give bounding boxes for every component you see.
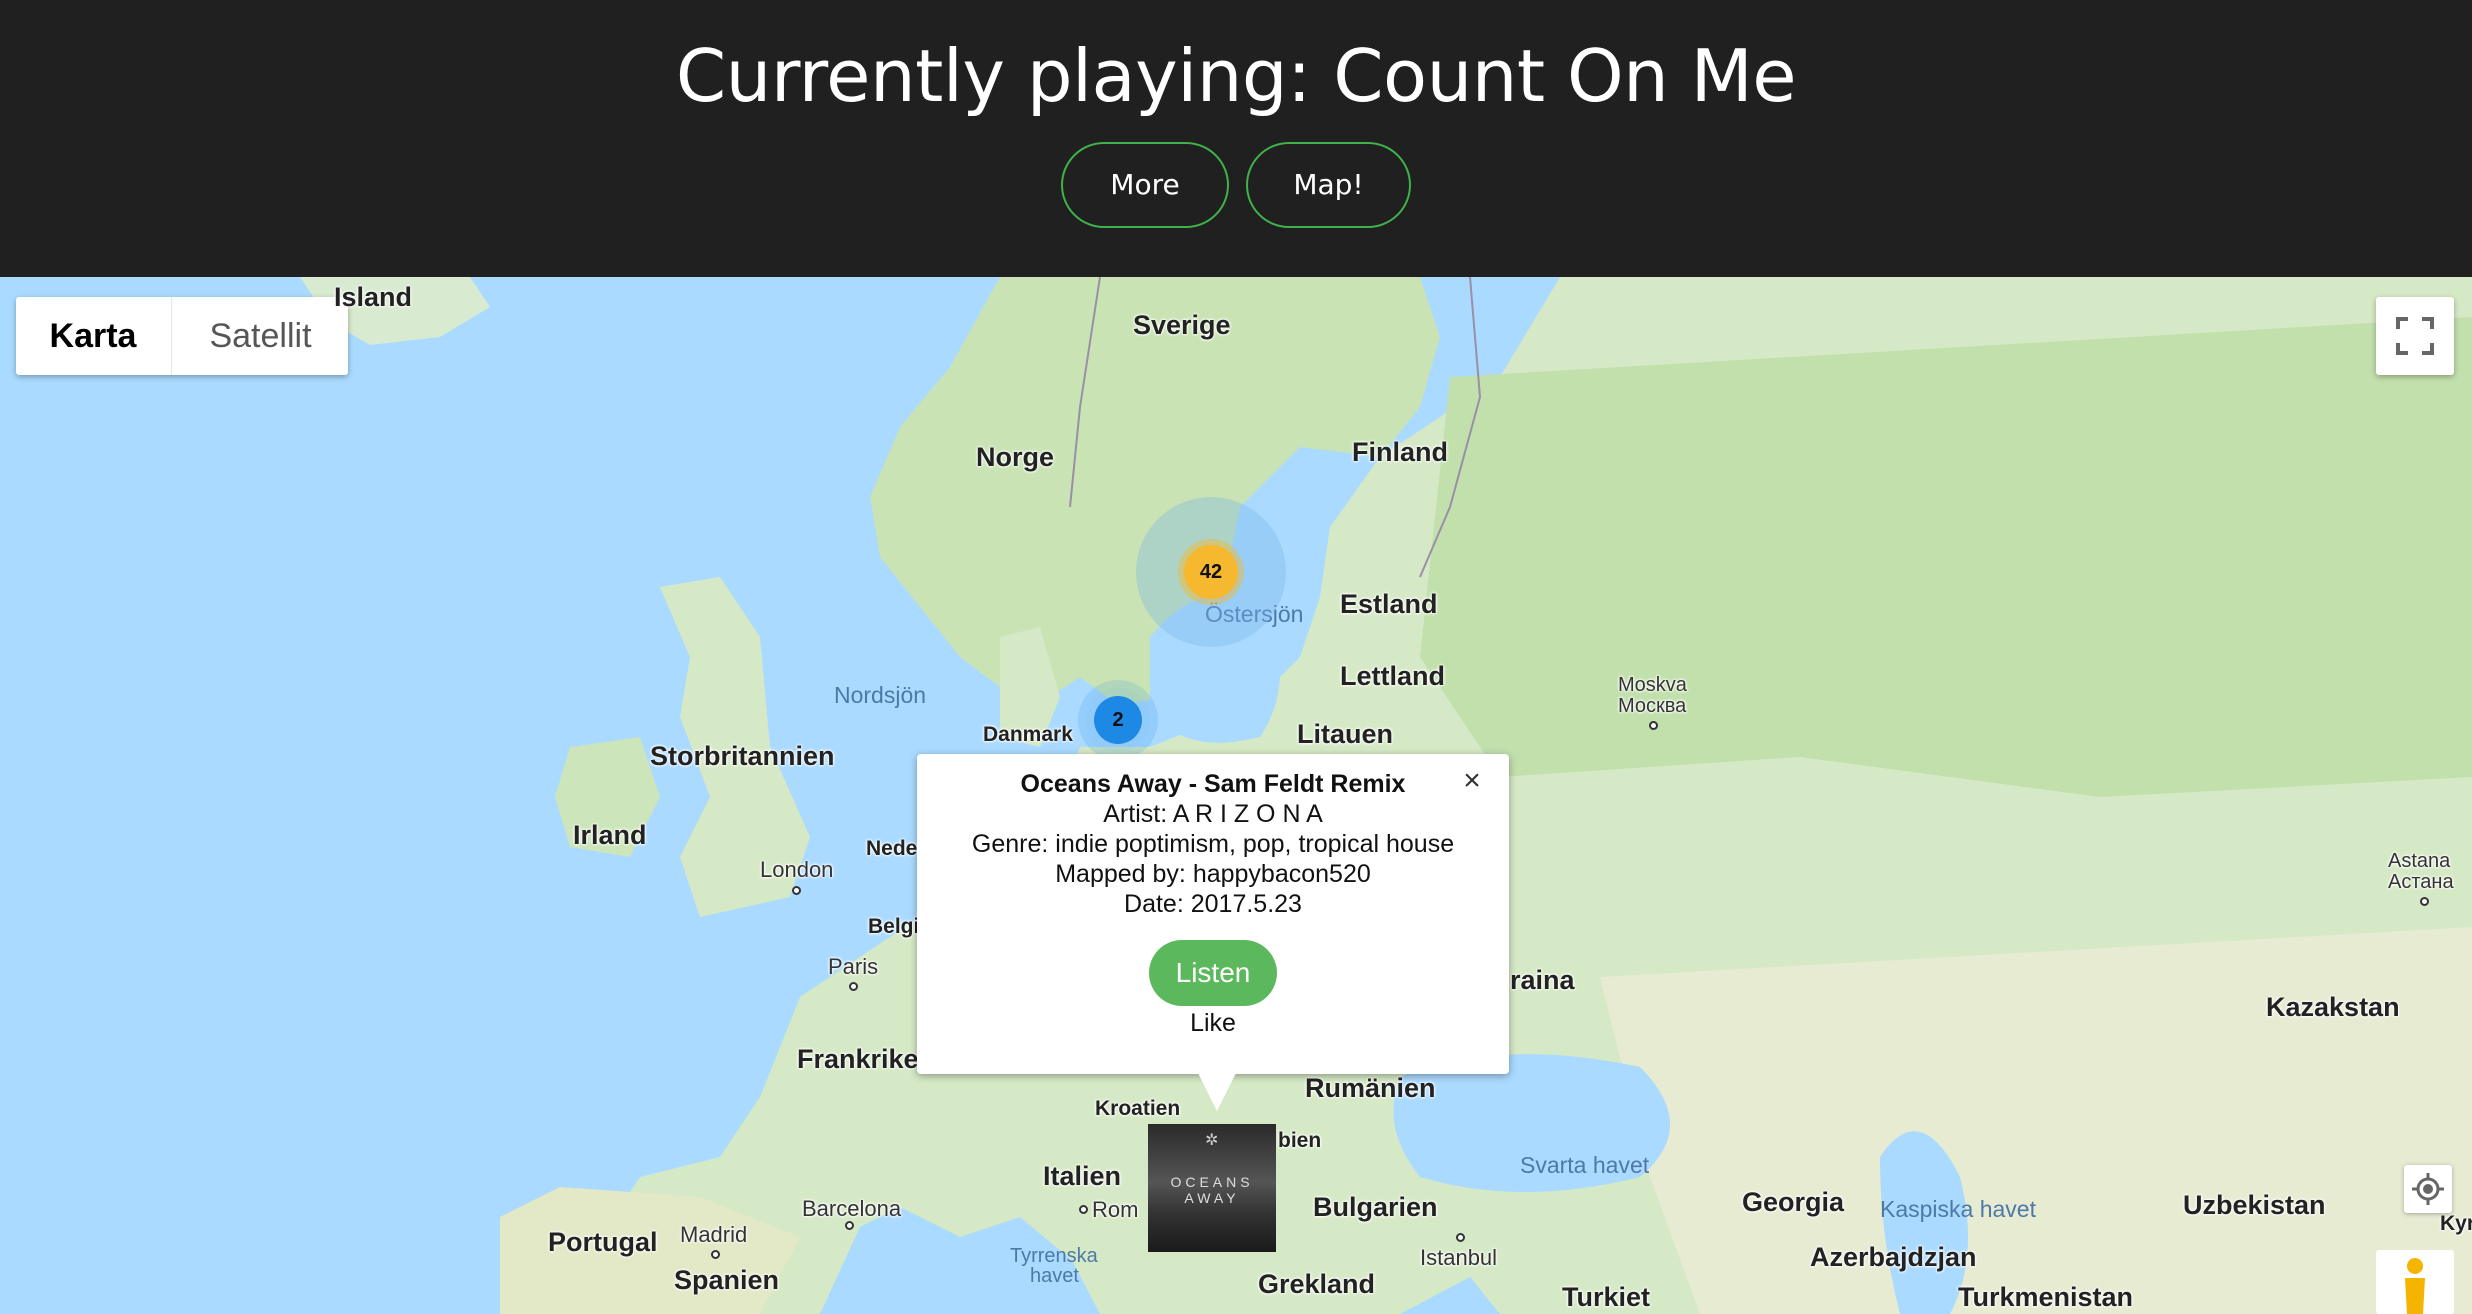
label-estland: Estland [1340, 589, 1438, 619]
label-turkiet: Turkiet [1562, 1282, 1651, 1312]
label-rumanien: Rumänien [1305, 1073, 1436, 1103]
map-type-satellite-button[interactable]: Satellit [171, 297, 349, 375]
marker-cluster-42[interactable]: 42 [1184, 545, 1238, 599]
city-barcelona: Barcelona [802, 1196, 902, 1221]
label-sverige: Sverige [1133, 310, 1231, 340]
listen-button[interactable]: Listen [1149, 940, 1277, 1006]
sea-tyrrenska-havet: havet [1030, 1265, 1079, 1287]
song-artist: Artist: A R I Z O N A [1103, 800, 1323, 828]
label-island: Island [334, 282, 413, 312]
song-genre: Genre: indie poptimism, pop, tropical ho… [971, 830, 1455, 858]
cover-logo-icon: ✲ [1205, 1132, 1219, 1149]
pegman-button[interactable] [2376, 1250, 2454, 1314]
map-type-control: Karta Satellit [16, 297, 348, 375]
label-ukraina: raina [1510, 965, 1575, 995]
sea-nordsjon: Nordsjön [834, 682, 927, 708]
close-icon: × [1463, 764, 1481, 797]
label-bulgarien: Bulgarien [1313, 1192, 1438, 1222]
info-window-tail [1198, 1073, 1236, 1111]
label-norge: Norge [976, 442, 1055, 472]
label-azerbajdzjan: Azerbajdzjan [1810, 1242, 1977, 1272]
label-nederlanderna: Nede [866, 837, 918, 860]
city-moskva: Moskva [1618, 674, 1687, 696]
page-title: Currently playing: Count On Me [675, 34, 1797, 118]
city-astana-kz: Астана [2388, 871, 2454, 893]
city-paris: Paris [828, 954, 879, 979]
label-grekland: Grekland [1258, 1269, 1376, 1299]
song-date: Date: 2017.5.23 [1124, 890, 1302, 918]
city-dot [1649, 721, 1658, 730]
marker-cluster-2[interactable]: 2 [1094, 696, 1142, 744]
label-portugal: Portugal [548, 1227, 658, 1257]
label-belgien: Belgi [868, 915, 920, 938]
city-dot [849, 982, 858, 991]
song-title: Oceans Away - Sam Feldt Remix [1020, 770, 1406, 798]
info-window: Oceans Away - Sam Feldt Remix × Artist: … [917, 754, 1509, 1074]
sea-kaspiska-havet: Kaspiska havet [1880, 1196, 2036, 1222]
label-storbritannien: Storbritannien [650, 741, 835, 771]
city-moskva-ru: Москва [1618, 695, 1687, 717]
my-location-icon [2412, 1173, 2444, 1205]
label-spanien: Spanien [674, 1265, 780, 1295]
label-kroatien: Kroatien [1095, 1097, 1181, 1120]
label-irland: Irland [573, 820, 647, 850]
song-mapped-by: Mapped by: happybacon520 [1055, 860, 1371, 888]
map-button[interactable]: Map! [1246, 142, 1411, 228]
city-madrid: Madrid [680, 1222, 748, 1247]
my-location-button[interactable] [2404, 1165, 2452, 1213]
like-button[interactable]: Like [917, 1009, 1509, 1038]
city-istanbul: Istanbul [1420, 1245, 1498, 1270]
label-italien: Italien [1043, 1161, 1122, 1191]
close-button[interactable]: × [1457, 766, 1487, 796]
city-dot [1079, 1205, 1088, 1214]
city-dot [1456, 1233, 1465, 1242]
label-danmark: Danmark [983, 723, 1073, 746]
city-dot [711, 1250, 720, 1259]
label-kirgizistan: Kyr [2440, 1212, 2472, 1235]
label-lettland: Lettland [1340, 661, 1445, 691]
city-rom: Rom [1092, 1197, 1139, 1222]
map-type-map-button[interactable]: Karta [16, 297, 170, 375]
fullscreen-icon [2396, 317, 2434, 355]
street-view-pegman-icon [2405, 1258, 2425, 1314]
fullscreen-button[interactable] [2376, 297, 2454, 375]
label-finland: Finland [1352, 437, 1448, 467]
city-dot [792, 886, 801, 895]
label-litauen: Litauen [1297, 719, 1394, 749]
header: Currently playing: Count On Me More Map! [0, 0, 2472, 277]
city-dot [845, 1221, 854, 1230]
label-georgia: Georgia [1742, 1187, 1845, 1217]
more-button[interactable]: More [1061, 142, 1229, 228]
cover-text: OCEANS AWAY [1170, 1174, 1254, 1206]
label-frankrike: Frankrike [797, 1044, 919, 1074]
city-london: London [760, 857, 834, 882]
city-astana: Astana [2388, 850, 2451, 872]
album-cover-marker[interactable]: ✲ OCEANS AWAY [1148, 1124, 1276, 1252]
label-kazakstan: Kazakstan [2266, 992, 2400, 1022]
label-serbien: bien [1278, 1129, 1322, 1152]
sea-svarta-havet: Svarta havet [1520, 1152, 1650, 1178]
label-uzbekistan: Uzbekistan [2183, 1190, 2326, 1220]
label-turkmenistan: Turkmenistan [1958, 1282, 2134, 1312]
city-dot [2420, 897, 2429, 906]
